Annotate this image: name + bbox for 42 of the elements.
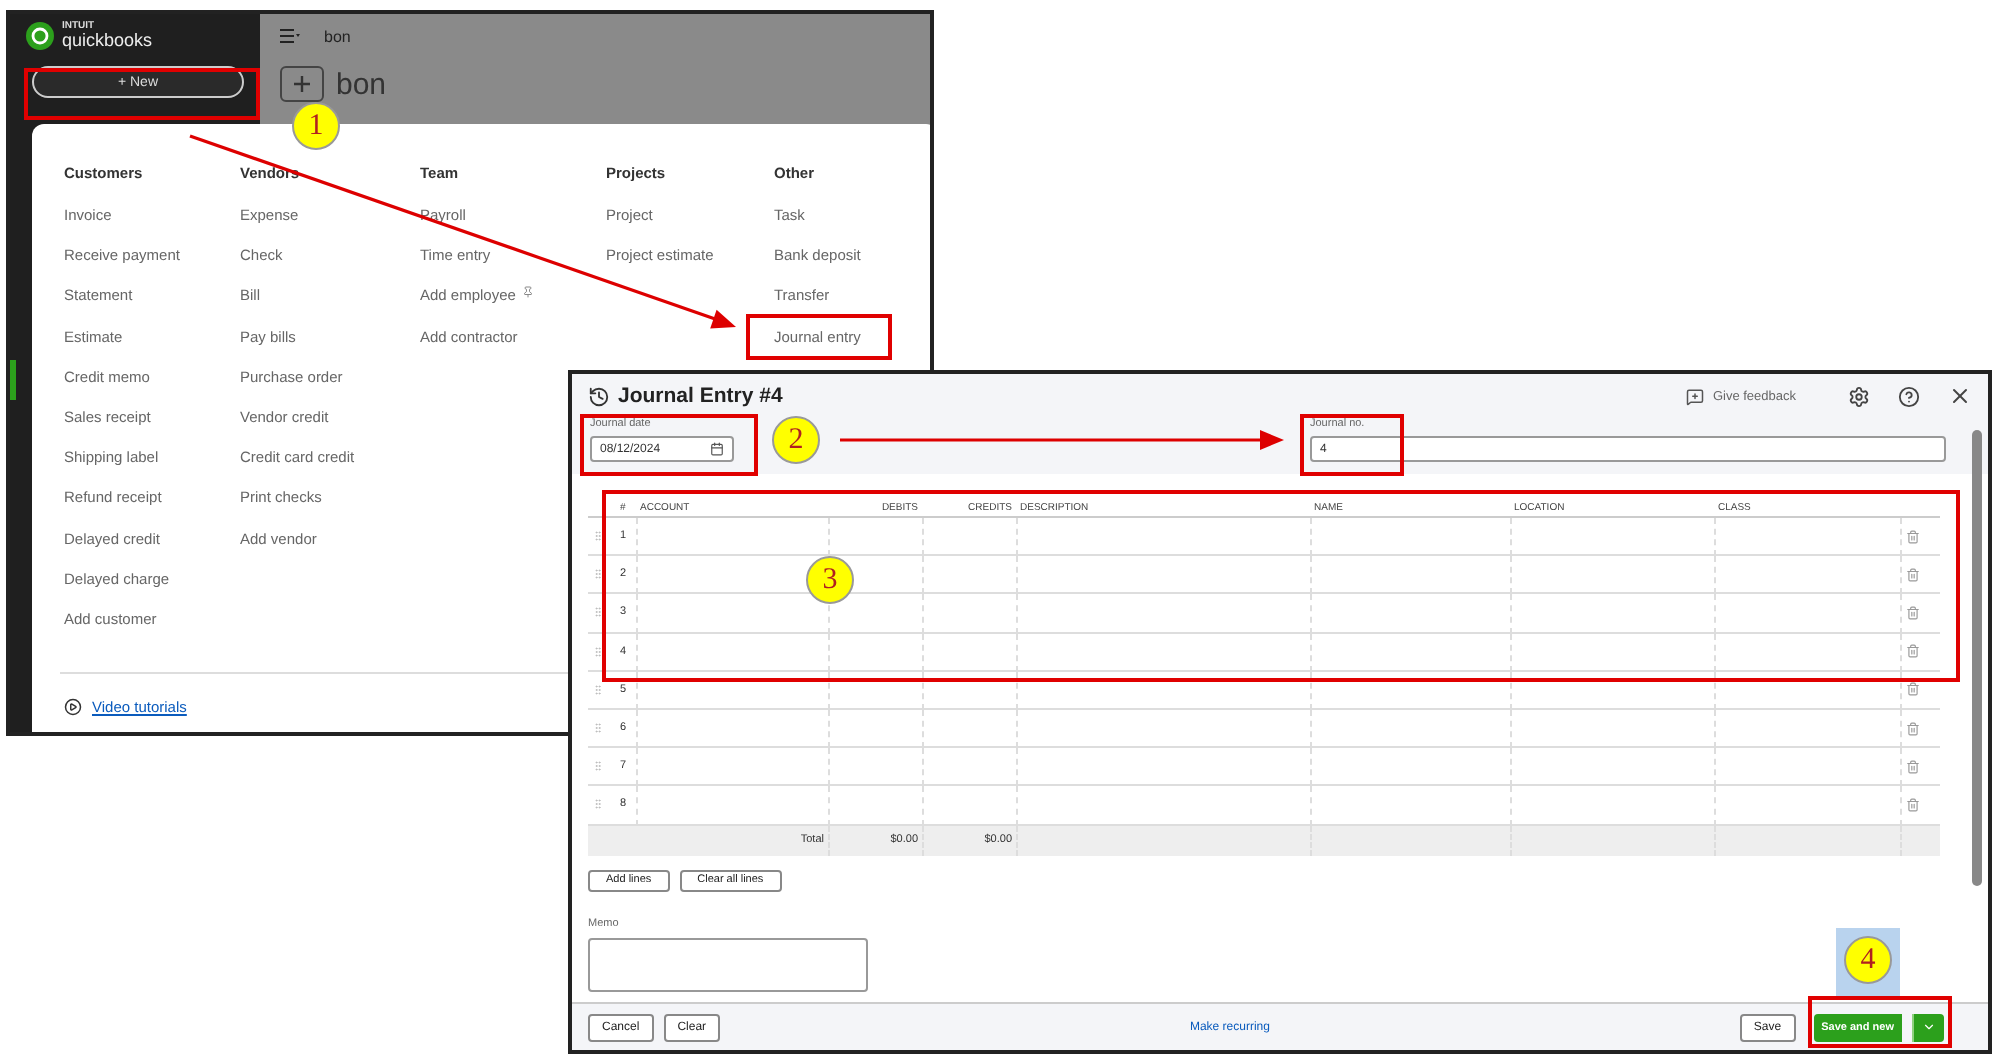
memo-field[interactable]	[588, 937, 868, 991]
delete-icon[interactable]	[1906, 529, 1920, 544]
help-icon[interactable]	[1898, 385, 1920, 407]
delete-icon[interactable]	[1906, 567, 1920, 582]
page-title: bon	[336, 67, 387, 101]
more-options-button[interactable]	[1912, 1013, 1944, 1041]
brand-name: quickbooks	[62, 32, 153, 50]
highlight-frame	[1300, 414, 1404, 476]
delete-icon[interactable]	[1906, 644, 1920, 659]
highlight-frame	[1808, 996, 1952, 1048]
total-cell	[588, 825, 616, 855]
table-cell	[828, 748, 922, 787]
calendar-icon	[710, 442, 724, 456]
delete-icon[interactable]	[1906, 682, 1920, 697]
table-cell	[828, 633, 922, 672]
pin-icon	[521, 286, 534, 299]
window-title: Journal Entry #4	[618, 384, 783, 408]
table-cell	[922, 671, 1016, 710]
delete-icon[interactable]	[1906, 797, 1920, 812]
delete-icon[interactable]	[1906, 721, 1920, 736]
table-cell	[922, 518, 1016, 557]
active-indicator	[10, 360, 16, 400]
history-icon	[588, 385, 610, 407]
feedback-icon	[1686, 387, 1705, 405]
table-cell	[922, 633, 1016, 672]
play-icon	[64, 698, 82, 716]
logo-icon	[26, 22, 54, 50]
settings-icon[interactable]	[1848, 385, 1870, 407]
plus-icon	[280, 66, 324, 102]
table-cell	[828, 709, 922, 749]
close-icon[interactable]	[1948, 384, 1972, 408]
table-cell	[922, 748, 1016, 787]
delete-icon[interactable]	[1906, 605, 1920, 620]
menu-icon[interactable]	[280, 28, 300, 44]
table-cell	[922, 594, 1016, 634]
delete-icon[interactable]	[1906, 759, 1920, 774]
caret-icon	[1922, 1020, 1936, 1034]
table-cell	[922, 709, 1016, 749]
table-cell	[922, 556, 1016, 595]
table-cell	[828, 671, 922, 710]
table-cell	[828, 518, 922, 557]
company-name: bon	[324, 27, 351, 45]
